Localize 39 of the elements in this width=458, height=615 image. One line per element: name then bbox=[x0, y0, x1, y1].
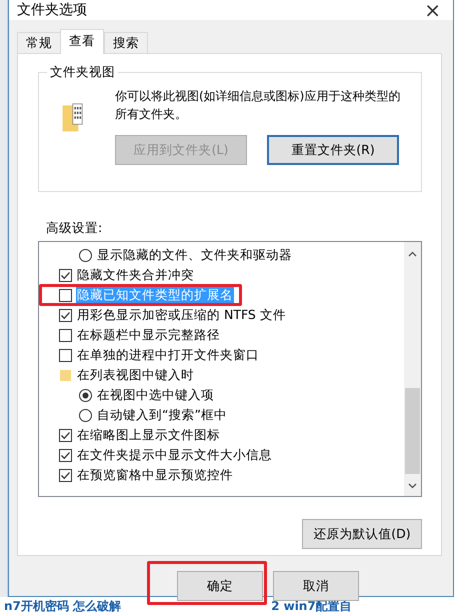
checkbox-icon[interactable] bbox=[59, 288, 72, 302]
setting-label[interactable]: 在单独的进程中打开文件夹窗口 bbox=[76, 346, 260, 364]
close-icon[interactable]: × bbox=[424, 0, 441, 20]
checkbox-icon[interactable] bbox=[59, 348, 72, 362]
radio-button-icon[interactable] bbox=[79, 248, 92, 262]
setting-label[interactable]: 用彩色显示加密或压缩的 NTFS 文件 bbox=[76, 306, 287, 324]
scroll-down-icon[interactable] bbox=[408, 483, 417, 489]
folder-icon bbox=[59, 368, 72, 382]
section-label: 高级设置: bbox=[46, 220, 104, 237]
setting-label[interactable]: 在预览窗格中显示预览控件 bbox=[76, 466, 234, 484]
tab[interactable]: 搜索 bbox=[104, 32, 148, 54]
checkbox-icon[interactable] bbox=[59, 328, 72, 342]
reset-folders-button[interactable]: 重置文件夹(R) bbox=[267, 135, 399, 165]
scrollbar[interactable] bbox=[404, 242, 421, 496]
checked-checkbox-icon[interactable] bbox=[59, 468, 72, 482]
setting-label[interactable]: 在文件夹提示中显示文件大小信息 bbox=[76, 446, 273, 464]
description-text: 你可以将此视图(如详细信息或图标)应用于这种类型的所有文件夹。 bbox=[115, 88, 402, 123]
window-title: 文件夹选项 bbox=[17, 1, 87, 19]
scroll-up-icon[interactable] bbox=[408, 251, 417, 257]
cancel-button[interactable]: 取消 bbox=[273, 571, 359, 601]
ok-button[interactable]: 确定 bbox=[177, 571, 263, 601]
setting-label[interactable]: 在标题栏中显示完整路径 bbox=[76, 326, 221, 344]
checked-checkbox-icon[interactable] bbox=[59, 308, 72, 322]
setting-label[interactable]: 自动键入到“搜索”框中 bbox=[96, 406, 228, 424]
radio-button-icon[interactable] bbox=[79, 388, 92, 402]
checked-checkbox-icon[interactable] bbox=[59, 448, 72, 462]
tab[interactable]: 常规 bbox=[17, 32, 61, 54]
background-link[interactable]: n7开机密码 怎么破解 bbox=[4, 598, 122, 614]
group-title: 文件夹视图 bbox=[47, 64, 118, 81]
checked-checkbox-icon[interactable] bbox=[59, 268, 72, 282]
setting-label[interactable]: 在列表视图中键入时 bbox=[76, 366, 195, 384]
setting-label[interactable]: 在缩略图上显示文件图标 bbox=[76, 426, 221, 444]
setting-label[interactable]: 在视图中选中键入项 bbox=[96, 386, 215, 404]
checked-checkbox-icon[interactable] bbox=[59, 428, 72, 442]
tab[interactable]: 查看 bbox=[60, 29, 104, 54]
setting-label[interactable]: 隐藏文件夹合并冲突 bbox=[76, 266, 195, 284]
setting-label[interactable]: 显示隐藏的文件、文件夹和驱动器 bbox=[96, 246, 293, 264]
radio-button-icon[interactable] bbox=[79, 408, 92, 422]
restore-defaults-button[interactable]: 还原为默认值(D) bbox=[302, 519, 422, 549]
